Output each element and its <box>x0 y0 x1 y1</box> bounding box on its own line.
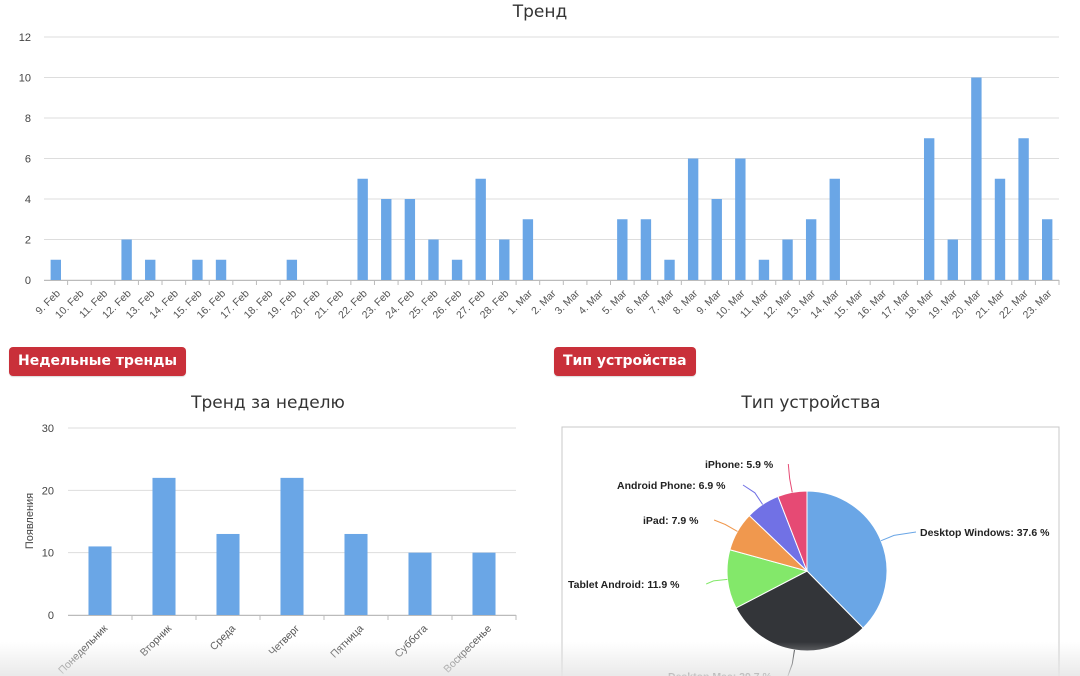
bar <box>216 533 240 615</box>
y-tick-label: 6 <box>25 154 31 166</box>
bar <box>404 199 416 280</box>
trend-chart: 0246810129. Feb10. Feb11. Feb12. Feb13. … <box>19 32 1060 321</box>
pie-label: Tablet Android: 11.9 % <box>568 579 680 591</box>
weekly-chart-title: Тренд за неделю <box>190 393 345 413</box>
bar <box>344 533 368 615</box>
x-tick-label: 4. Mar <box>576 287 606 317</box>
bar <box>782 239 793 280</box>
pie-label: Android Phone: 6.9 % <box>617 480 726 492</box>
bar <box>522 219 534 280</box>
x-tick-label: Воскресенье <box>441 623 494 676</box>
x-tick-label: Суббота <box>393 623 431 661</box>
y-tick-label: 30 <box>42 423 54 435</box>
x-tick-label: 3. Mar <box>553 287 583 317</box>
x-tick-label: 2. Mar <box>529 287 559 317</box>
bar <box>758 259 770 280</box>
y-tick-label: 10 <box>42 548 54 560</box>
bar <box>664 259 675 280</box>
bar <box>286 259 298 280</box>
bar <box>805 219 817 280</box>
x-tick-label: 6. Mar <box>624 287 654 317</box>
trend-chart-title: Тренд <box>512 2 568 22</box>
bar <box>475 178 486 280</box>
x-tick-label: Четверг <box>267 623 303 659</box>
y-tick-label: 12 <box>19 32 31 44</box>
y-tick-label: 4 <box>25 194 31 206</box>
bar <box>472 552 496 615</box>
bar <box>408 552 432 615</box>
bar <box>735 158 746 280</box>
bar <box>88 546 112 615</box>
bar <box>215 259 227 280</box>
bar <box>640 219 652 280</box>
bar <box>192 259 203 280</box>
bar <box>499 239 510 280</box>
pie-label: iPhone: 5.9 % <box>705 459 774 471</box>
weekly-trends-button[interactable]: Недельные тренды <box>9 347 187 376</box>
pie-label: Desktop Windows: 37.6 % <box>920 527 1050 539</box>
x-tick-label: 8. Mar <box>671 287 701 317</box>
bar <box>280 477 304 615</box>
y-tick-label: 2 <box>25 235 31 247</box>
bar <box>711 199 722 280</box>
y-tick-label: 0 <box>48 610 54 622</box>
pie-label: iPad: 7.9 % <box>643 515 699 527</box>
x-tick-label: 5. Mar <box>600 287 630 317</box>
bar <box>428 239 439 280</box>
x-tick-label: 1. Mar <box>505 287 535 317</box>
y-tick-label: 8 <box>25 113 31 125</box>
bar <box>971 77 982 280</box>
bar <box>121 239 132 280</box>
bar <box>994 178 1006 280</box>
x-tick-label: Среда <box>208 623 239 654</box>
bar <box>947 239 958 280</box>
bar <box>381 199 392 280</box>
y-tick-label: 10 <box>19 73 31 85</box>
y-tick-label: 0 <box>25 275 31 287</box>
bar <box>152 477 176 615</box>
bar <box>617 219 628 280</box>
x-tick-label: Вторник <box>138 622 175 659</box>
y-tick-label: 20 <box>42 485 54 497</box>
weekly-y-axis-label: Появления <box>24 493 36 549</box>
bar <box>50 259 61 280</box>
bar <box>357 178 368 280</box>
bar <box>829 178 840 280</box>
x-tick-label: Понедельник <box>56 622 110 676</box>
x-tick-label: Пятница <box>328 623 366 661</box>
bar <box>1018 138 1029 280</box>
bar <box>145 259 156 280</box>
weekly-chart: 0 10 20 30 Понедельник Вторник Среда Четверг Пят… <box>42 423 517 676</box>
pie-label: Desktop Mac: 29.7 % <box>668 671 773 676</box>
bar <box>1042 219 1053 280</box>
bar <box>687 158 699 280</box>
dashboard-charts: Тренд 0246810129. Feb10. Feb11. Feb12. F… <box>19 2 1060 676</box>
x-tick-label: 7. Mar <box>647 287 677 317</box>
bar <box>451 259 463 280</box>
bar <box>923 138 935 280</box>
device-chart-title: Тип устройства <box>740 393 880 413</box>
device-type-button[interactable]: Тип устройства <box>554 347 696 376</box>
